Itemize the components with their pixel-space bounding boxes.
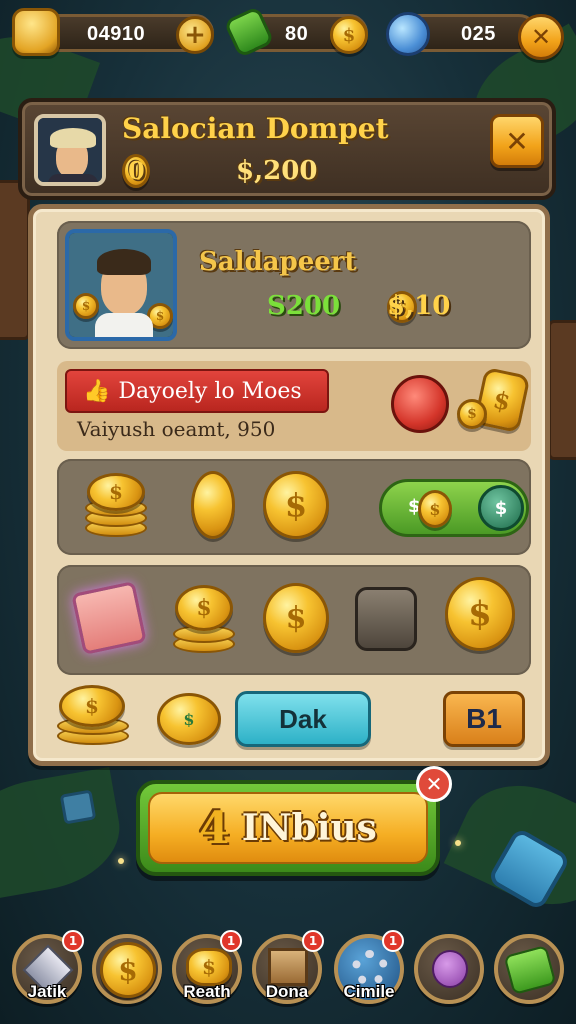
- red-chip-icon[interactable]: [391, 375, 449, 433]
- dollar-amount: $,200: [236, 156, 318, 186]
- nav-dona-label: Dona: [265, 982, 309, 1001]
- main-action-label: INbius: [241, 807, 377, 849]
- main-action-face: 4 INbius: [148, 792, 428, 864]
- blue-crate-icon: [59, 789, 97, 825]
- coin-icon[interactable]: $: [330, 16, 368, 54]
- coin-count: 0: [128, 156, 145, 185]
- nav-dona-badge: 1: [302, 930, 324, 952]
- add-coins-button[interactable]: +: [176, 16, 214, 54]
- wallet-panel: $ $ Saldapeert S200 $ $,10 👍 Dayoely lo …: [28, 204, 550, 766]
- nav-cimile-badge: 1: [382, 930, 404, 952]
- gold-value: $,10: [387, 291, 451, 321]
- coin-pile-large-icon[interactable]: $: [445, 577, 515, 651]
- arrow-icon: [503, 944, 557, 996]
- offer-banner[interactable]: 👍 Dayoely lo Moes: [65, 369, 329, 413]
- nav-jatik-badge: 1: [62, 930, 84, 952]
- chest-icon[interactable]: [355, 587, 417, 651]
- cash-value: 80: [285, 23, 309, 45]
- nav-pet-button[interactable]: [414, 934, 484, 1004]
- header-avatar[interactable]: [34, 114, 106, 186]
- main-action-number: 4: [199, 802, 230, 854]
- coin-stack-nav-icon: $: [186, 948, 232, 986]
- close-icon[interactable]: ✕: [416, 766, 452, 802]
- thumb-icon: 👍: [83, 378, 111, 404]
- main-action-button[interactable]: 4 INbius ✕: [136, 766, 452, 876]
- cash-toggle[interactable]: $ $ $: [379, 479, 529, 537]
- nav-coin-icon: $: [100, 942, 156, 998]
- coins-value: 04910: [87, 23, 146, 45]
- pet-icon: [432, 950, 468, 988]
- gems-value: 025: [461, 23, 496, 45]
- offer-subtext: Vaiyush oeamt, 950: [77, 417, 276, 441]
- potion-icon: [386, 12, 430, 56]
- profile-card: $ $ Saldapeert S200 $ $,10: [57, 221, 531, 349]
- offer-banner-label: Dayoely lo Moes: [118, 378, 302, 404]
- gear-icon: [352, 950, 388, 986]
- header-panel: Salocian Dompet 0 $,200 ✕: [18, 98, 556, 200]
- coin-stack-bottom-icon[interactable]: $: [57, 685, 129, 749]
- nav-reath-label: Reath: [183, 982, 231, 1001]
- currency-bar: 04910 + 80 $ 025 ✕: [0, 5, 576, 60]
- b1-button[interactable]: B1: [443, 691, 525, 747]
- coin-side-icon[interactable]: [191, 471, 235, 539]
- cash-coin-icon[interactable]: $: [157, 693, 221, 745]
- coin-stack-small-icon[interactable]: $: [85, 471, 147, 541]
- crate-icon: [268, 948, 308, 986]
- profile-name: Saldapeert: [199, 247, 357, 277]
- ticket-stack-icon[interactable]: [71, 581, 147, 655]
- nav-coin-button[interactable]: $: [92, 934, 162, 1004]
- small-coin-icon: $: [457, 399, 487, 429]
- coin-medium-icon[interactable]: $: [263, 583, 329, 653]
- profile-avatar[interactable]: $ $: [65, 229, 177, 341]
- green-value: S200: [267, 291, 341, 321]
- close-wallet-button[interactable]: ✕: [490, 114, 544, 168]
- wallet-title: Salocian Dompet: [122, 112, 389, 145]
- coin-large-icon[interactable]: $: [263, 471, 329, 539]
- close-top-button[interactable]: ✕: [518, 14, 564, 60]
- nav-jatik-label: Jatik: [27, 982, 67, 1001]
- dak-button[interactable]: Dak: [235, 691, 371, 747]
- nav-reath-badge: 1: [220, 930, 242, 952]
- coin-stack-medium-icon[interactable]: $: [173, 583, 235, 655]
- coin-stack-icon: [12, 8, 60, 56]
- nav-arrow-button[interactable]: [494, 934, 564, 1004]
- nav-cimile-label: Cimile: [343, 982, 395, 1001]
